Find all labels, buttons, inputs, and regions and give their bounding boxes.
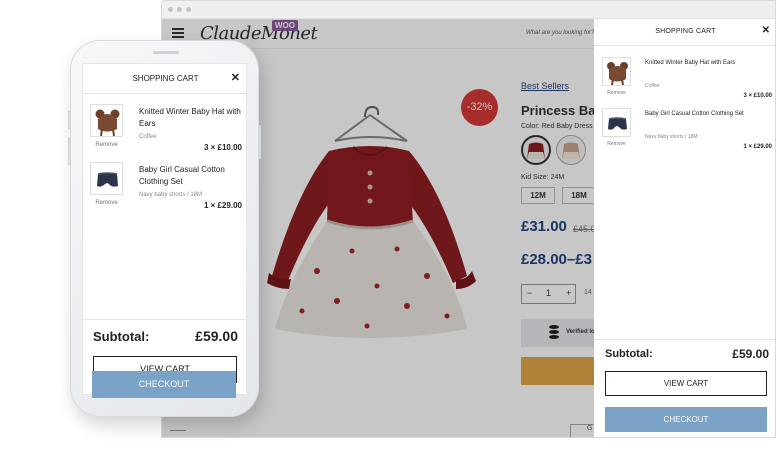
cart-item-variant: Navy baby shorts / 18M bbox=[139, 192, 203, 198]
checkout-button[interactable]: CHECKOUT bbox=[92, 371, 236, 398]
remove-link[interactable]: Remove bbox=[602, 90, 631, 96]
view-cart-button[interactable]: VIEW CART bbox=[605, 371, 767, 396]
window-dot bbox=[177, 7, 182, 12]
cart-item-name[interactable]: Knitted Winter Baby Hat with Ears bbox=[139, 106, 246, 130]
brown-hat-icon[interactable] bbox=[602, 57, 631, 86]
cart-item: Remove Knitted Winter Baby Hat with Ears… bbox=[602, 57, 772, 105]
cart-item: Remove Knitted Winter Baby Hat with Ears… bbox=[90, 104, 242, 154]
checkout-button[interactable]: CHECKOUT bbox=[605, 407, 767, 432]
cart-drawer: SHOPPING CART ✕ Remove Knitted Winter Ba… bbox=[594, 19, 775, 437]
remove-link[interactable]: Remove bbox=[90, 142, 123, 148]
cart-header: SHOPPING CART ✕ bbox=[83, 64, 246, 94]
cart-item-variant: Navy baby shorts / 18M bbox=[645, 134, 698, 140]
phone-button bbox=[68, 111, 71, 129]
cart-item-variant: Coffee bbox=[645, 83, 660, 89]
subtotal-label: Subtotal: bbox=[93, 329, 150, 344]
phone-speaker bbox=[153, 51, 179, 54]
remove-link[interactable]: Remove bbox=[602, 141, 631, 147]
window-dot bbox=[186, 7, 191, 12]
cart-title: SHOPPING CART bbox=[655, 28, 716, 35]
remove-link[interactable]: Remove bbox=[90, 200, 123, 206]
window-dot bbox=[168, 7, 173, 12]
browser-title-bar bbox=[162, 1, 775, 19]
subtotal-value: £59.00 bbox=[732, 347, 769, 361]
cart-item-name[interactable]: Knitted Winter Baby Hat with Ears bbox=[645, 59, 765, 67]
navy-shorts-icon[interactable] bbox=[602, 108, 631, 137]
cart-footer: Subtotal: £59.00 VIEW CART CHECKOUT bbox=[594, 339, 775, 437]
cart-title: SHOPPING CART bbox=[132, 74, 199, 83]
subtotal-label: Subtotal: bbox=[605, 348, 653, 360]
subtotal-value: £59.00 bbox=[195, 328, 238, 344]
phone-mockup: SHOPPING CART ✕ Remove Knitted Winter Ba… bbox=[68, 40, 261, 417]
phone-button bbox=[68, 137, 71, 165]
cart-item-qty-price: 3 × £10.00 bbox=[743, 93, 772, 99]
close-icon[interactable]: ✕ bbox=[231, 71, 240, 84]
cart-item-name[interactable]: Baby Girl Casual Cotton Clothing Set bbox=[645, 110, 765, 118]
cart-item-qty-price: 1 × £29.00 bbox=[203, 201, 242, 210]
cart-header: SHOPPING CART ✕ bbox=[594, 19, 775, 46]
navy-shorts-icon[interactable] bbox=[90, 162, 123, 195]
mobile-cart-screen: SHOPPING CART ✕ Remove Knitted Winter Ba… bbox=[82, 63, 247, 395]
brown-hat-icon[interactable] bbox=[90, 104, 123, 137]
phone-button bbox=[258, 125, 261, 159]
cart-item-qty-price: 1 × £29.00 bbox=[743, 144, 772, 150]
cart-item: Remove Baby Girl Casual Cotton Clothing … bbox=[90, 162, 242, 212]
close-icon[interactable]: ✕ bbox=[762, 25, 770, 36]
cart-item-variant: Coffee bbox=[139, 134, 157, 140]
cart-item-qty-price: 3 × £10.00 bbox=[203, 143, 242, 152]
cart-item-name[interactable]: Baby Girl Casual Cotton Clothing Set bbox=[139, 164, 246, 188]
cart-item: Remove Baby Girl Casual Cotton Clothing … bbox=[602, 108, 772, 156]
